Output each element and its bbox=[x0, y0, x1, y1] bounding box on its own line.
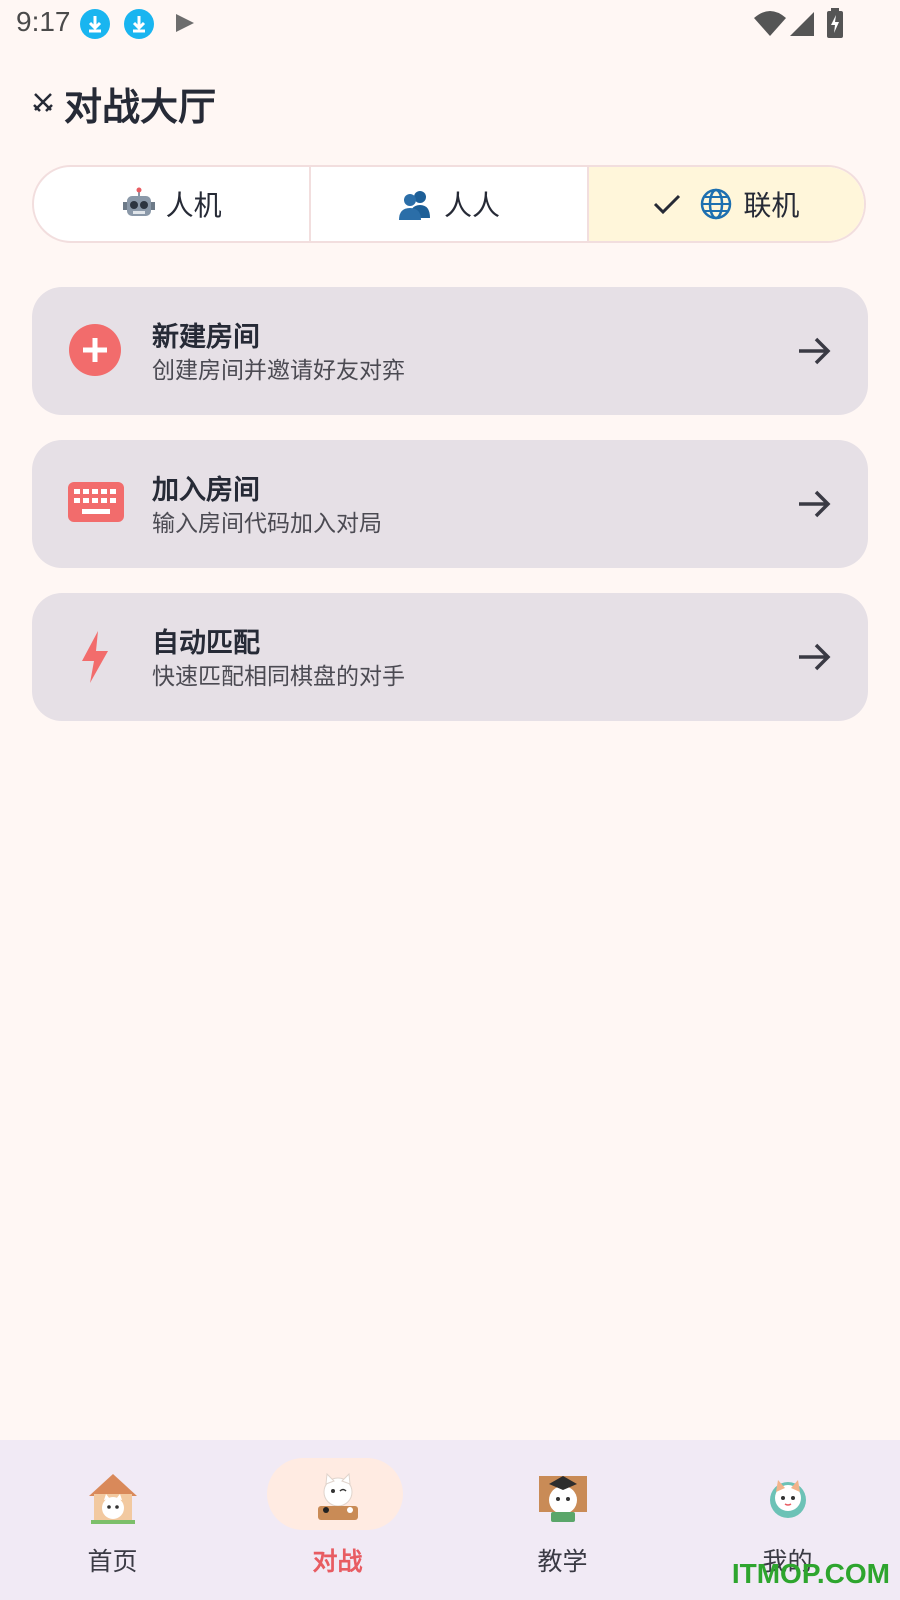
join-room-subtitle: 输入房间代码加入对局 bbox=[152, 511, 382, 537]
nav-label-battle: 对战 bbox=[312, 1547, 363, 1576]
battery-charging-icon bbox=[826, 8, 844, 42]
auto-match-title: 自动匹配 bbox=[152, 628, 260, 659]
create-room-card[interactable]: 新建房间 创建房间并邀请好友对弈 bbox=[32, 287, 868, 415]
teacher-cat-icon bbox=[535, 1470, 591, 1526]
join-room-title: 加入房间 bbox=[152, 475, 260, 506]
nav-item-battle[interactable]: 对战 bbox=[225, 1440, 450, 1600]
tab-online[interactable]: 联机 bbox=[586, 167, 864, 241]
tab-vs-ai[interactable]: 人机 bbox=[34, 167, 309, 241]
tab-vs-human-label: 人人 bbox=[443, 189, 500, 222]
play-icon bbox=[174, 12, 196, 38]
auto-match-card[interactable]: 自动匹配 快速匹配相同棋盘的对手 bbox=[32, 593, 868, 721]
wifi-icon bbox=[754, 10, 786, 42]
nav-item-teach[interactable]: 教学 bbox=[450, 1440, 675, 1600]
crossed-swords-icon bbox=[32, 91, 54, 117]
nav-label-teach: 教学 bbox=[537, 1547, 588, 1576]
arrow-right-icon bbox=[796, 486, 832, 526]
create-room-title: 新建房间 bbox=[152, 322, 260, 353]
nav-item-home[interactable]: 首页 bbox=[0, 1440, 225, 1600]
join-room-card[interactable]: 加入房间 输入房间代码加入对局 bbox=[32, 440, 868, 568]
check-icon bbox=[653, 193, 681, 215]
auto-match-subtitle: 快速匹配相同棋盘的对手 bbox=[152, 664, 405, 690]
page-title: 对战大厅 bbox=[32, 76, 216, 131]
arrow-right-icon bbox=[796, 333, 832, 373]
globe-icon bbox=[699, 187, 733, 221]
people-icon bbox=[398, 188, 434, 220]
keyboard-icon bbox=[68, 482, 124, 528]
status-time: 9:17 bbox=[16, 6, 71, 37]
arrow-right-icon bbox=[796, 639, 832, 679]
watermark: ITMOP.COM bbox=[731, 1558, 890, 1589]
add-circle-icon bbox=[68, 323, 122, 381]
battle-cat-icon bbox=[310, 1470, 366, 1526]
page-title-text: 对战大厅 bbox=[64, 85, 217, 129]
nav-label-home: 首页 bbox=[87, 1547, 138, 1576]
signal-icon bbox=[788, 10, 816, 42]
create-room-subtitle: 创建房间并邀请好友对弈 bbox=[152, 358, 405, 384]
download-icon bbox=[80, 9, 110, 39]
robot-icon bbox=[122, 187, 156, 221]
profile-cat-icon bbox=[760, 1470, 816, 1526]
tab-vs-ai-label: 人机 bbox=[165, 189, 222, 222]
status-bar: 9:17 bbox=[0, 0, 900, 48]
home-cat-icon bbox=[85, 1470, 141, 1526]
lightning-icon bbox=[80, 631, 110, 687]
tab-online-label: 联机 bbox=[743, 189, 800, 222]
download-icon bbox=[124, 9, 154, 39]
tab-vs-human[interactable]: 人人 bbox=[309, 167, 586, 241]
mode-selector: 人机 人人 联机 bbox=[32, 165, 866, 243]
